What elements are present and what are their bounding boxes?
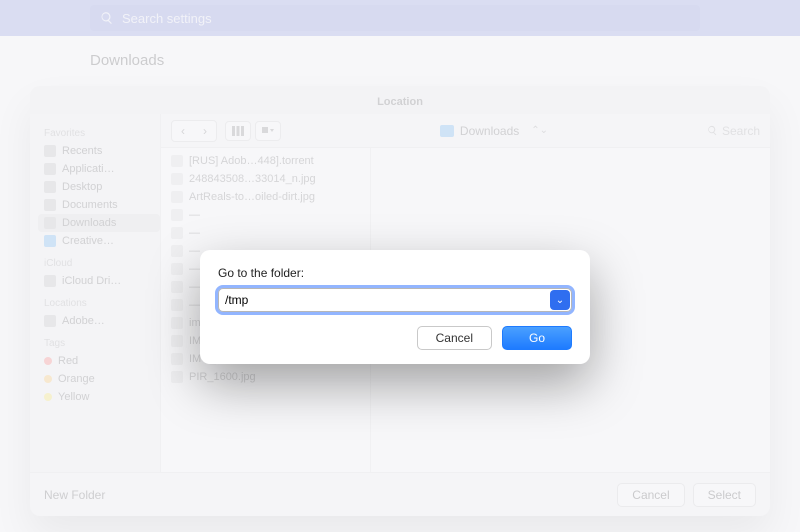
sidebar-item-label: Documents	[62, 199, 118, 211]
sidebar-item-label: Yellow	[58, 391, 89, 403]
file-icon	[171, 299, 183, 311]
sidebar-item-label: Orange	[58, 373, 95, 385]
panel-select-button[interactable]: Select	[693, 483, 756, 507]
sidebar-item[interactable]: Yellow	[38, 388, 160, 406]
columns-icon	[232, 126, 244, 136]
desktop-icon	[44, 181, 56, 193]
file-icon	[171, 335, 183, 347]
sidebar-item-label: Desktop	[62, 181, 102, 193]
combobox-step-icon[interactable]: ⌄	[550, 290, 570, 310]
sidebar-item-label: Recents	[62, 145, 102, 157]
chevron-updown-icon: ⌃⌄	[531, 125, 548, 136]
sidebar-item-label: Applicati…	[62, 163, 115, 175]
goto-go-button[interactable]: Go	[502, 326, 572, 350]
file-row[interactable]: PIR_1600.jpg	[161, 368, 370, 386]
nav-back-forward[interactable]: ‹ ›	[171, 120, 217, 142]
settings-search-placeholder: Search settings	[122, 11, 212, 26]
folder-icon	[440, 125, 454, 137]
goto-path-input[interactable]	[218, 288, 572, 312]
panel-cancel-button[interactable]: Cancel	[617, 483, 684, 507]
file-icon	[171, 263, 183, 275]
sidebar-group-label: Favorites	[44, 128, 160, 139]
path-popup[interactable]: Downloads ⌃⌄	[289, 124, 699, 138]
sidebar-item-label: Red	[58, 355, 78, 367]
file-name: —	[189, 227, 200, 239]
folder-icon	[44, 235, 56, 247]
tag-dot-icon	[44, 375, 52, 383]
file-icon	[171, 155, 183, 167]
file-row[interactable]: [RUS] Adob…448].torrent	[161, 152, 370, 170]
goto-folder-dialog: Go to the folder: ⌄ Cancel Go	[200, 250, 590, 364]
file-icon	[171, 353, 183, 365]
sidebar-item[interactable]: Desktop	[38, 178, 160, 196]
file-icon	[171, 209, 183, 221]
nav-forward-button[interactable]: ›	[194, 121, 216, 141]
file-row[interactable]: —	[161, 224, 370, 242]
sidebar-group-label: Tags	[44, 338, 160, 349]
app-icon	[44, 163, 56, 175]
sidebar-item[interactable]: Creative…	[38, 232, 160, 250]
doc-icon	[44, 199, 56, 211]
goto-cancel-button[interactable]: Cancel	[417, 326, 492, 350]
file-name: —	[189, 299, 200, 311]
sidebar-group-label: Locations	[44, 298, 160, 309]
clock-icon	[44, 145, 56, 157]
file-icon	[171, 281, 183, 293]
file-icon	[171, 191, 183, 203]
sidebar-item[interactable]: Adobe…	[38, 312, 160, 330]
cloud-icon	[44, 275, 56, 287]
down-icon	[44, 217, 56, 229]
file-icon	[171, 245, 183, 257]
file-icon	[171, 317, 183, 329]
view-options-button[interactable]	[255, 121, 281, 141]
sidebar-item-label: Creative…	[62, 235, 114, 247]
open-panel-title: Location	[30, 86, 770, 114]
file-row[interactable]: 248843508…33014_n.jpg	[161, 170, 370, 188]
panel-search[interactable]: Search	[707, 124, 760, 138]
search-icon	[707, 125, 718, 136]
sidebar-item[interactable]: Applicati…	[38, 160, 160, 178]
sidebar-item[interactable]: Downloads	[38, 214, 160, 232]
file-name: 248843508…33014_n.jpg	[189, 173, 316, 185]
file-icon	[171, 371, 183, 383]
sidebar-item-label: Adobe…	[62, 315, 105, 327]
sidebar-item-label: Downloads	[62, 217, 116, 229]
file-name: —	[189, 209, 200, 221]
settings-search[interactable]: Search settings	[90, 5, 700, 31]
sidebar-item[interactable]: Red	[38, 352, 160, 370]
sidebar-item[interactable]: iCloud Dri…	[38, 272, 160, 290]
sidebar-item[interactable]: Orange	[38, 370, 160, 388]
gear-dropdown-icon	[261, 126, 275, 136]
file-row[interactable]: ArtReals-to…oiled-dirt.jpg	[161, 188, 370, 206]
sidebar-group-label: iCloud	[44, 258, 160, 269]
view-columns-button[interactable]	[225, 121, 251, 141]
sidebar-item[interactable]: Documents	[38, 196, 160, 214]
tag-dot-icon	[44, 393, 52, 401]
search-icon	[100, 11, 114, 25]
file-name: —	[189, 281, 200, 293]
settings-topbar: Search settings	[0, 0, 800, 36]
file-icon	[171, 173, 183, 185]
tag-dot-icon	[44, 357, 52, 365]
open-panel-sidebar: Favorites Recents Applicati… Desktop Documen…	[30, 114, 160, 472]
file-name: —	[189, 263, 200, 275]
path-label: Downloads	[460, 124, 519, 138]
file-name: [RUS] Adob…448].torrent	[189, 155, 314, 167]
sidebar-item[interactable]: Recents	[38, 142, 160, 160]
page-title: Downloads	[90, 52, 800, 69]
goto-label: Go to the folder:	[218, 266, 572, 280]
file-row[interactable]: —	[161, 206, 370, 224]
file-name: —	[189, 245, 200, 257]
panel-search-label: Search	[722, 124, 760, 138]
file-icon	[171, 227, 183, 239]
file-name: PIR_1600.jpg	[189, 371, 256, 383]
file-name: ArtReals-to…oiled-dirt.jpg	[189, 191, 315, 203]
disk-icon	[44, 315, 56, 327]
new-folder-button[interactable]: New Folder	[44, 488, 105, 502]
nav-back-button[interactable]: ‹	[172, 121, 194, 141]
sidebar-item-label: iCloud Dri…	[62, 275, 121, 287]
